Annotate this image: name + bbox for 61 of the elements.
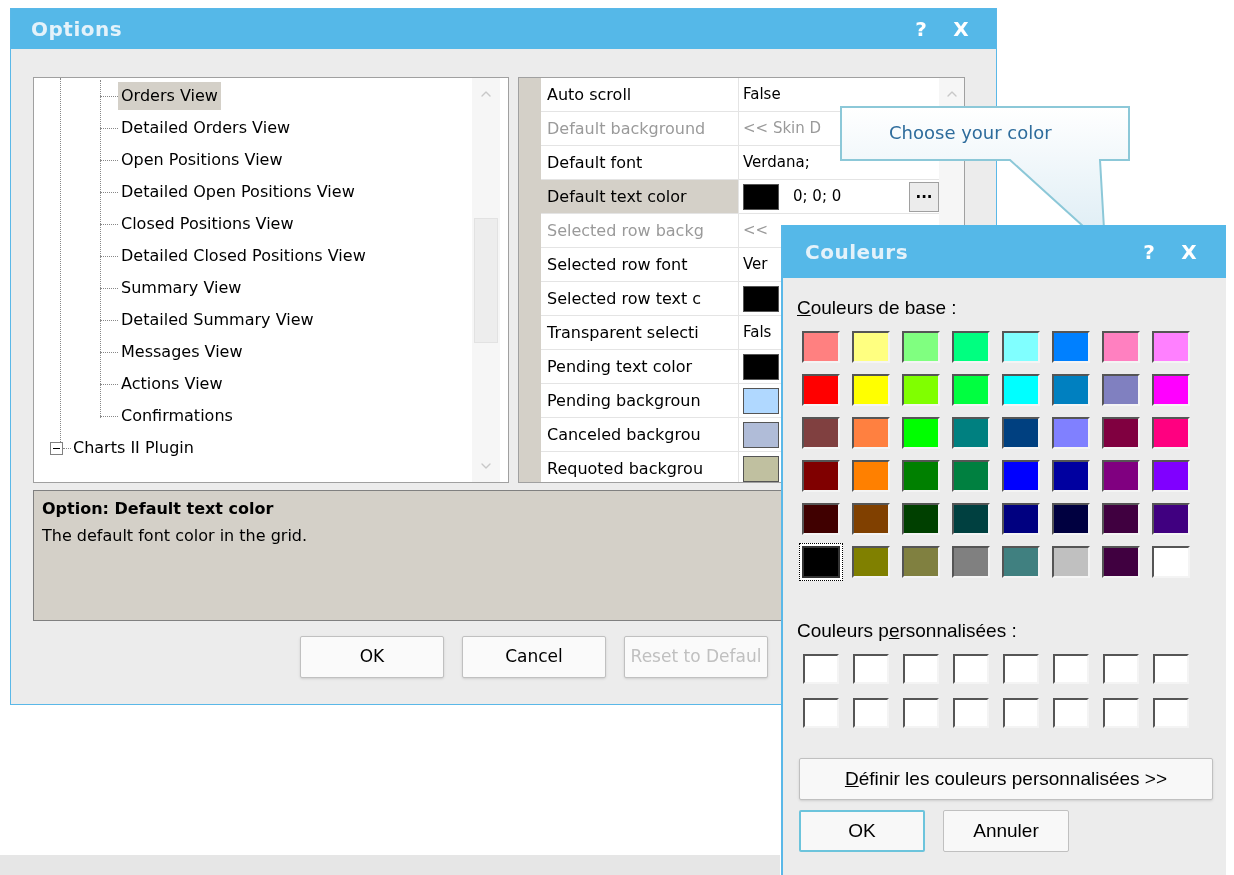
property-name[interactable]: Transparent selecti [541, 316, 739, 349]
tree-item[interactable]: Open Positions View [118, 146, 286, 174]
tree-item[interactable]: Detailed Open Positions View [118, 178, 358, 206]
callout-text: Choose your color [889, 121, 1052, 145]
property-name[interactable]: Pending text color [541, 350, 739, 383]
custom-color-swatch[interactable] [853, 654, 889, 684]
custom-color-swatch[interactable] [1103, 698, 1139, 728]
window-title: Couleurs [805, 238, 909, 266]
property-value: Verdana; [743, 152, 810, 174]
tree-item[interactable]: Orders View [118, 82, 221, 110]
custom-color-swatch[interactable] [953, 698, 989, 728]
browse-button[interactable]: ... [909, 181, 939, 212]
property-value: False [743, 84, 781, 106]
property-name[interactable]: Selected row font [541, 248, 739, 281]
property-name[interactable]: Canceled backgrou [541, 418, 739, 451]
dialog-button[interactable]: Annuler [943, 810, 1069, 852]
property-name[interactable]: Selected row text c [541, 282, 739, 315]
tree-item[interactable]: Actions View [118, 370, 226, 398]
property-name[interactable]: Pending backgroun [541, 384, 739, 417]
custom-color-swatch[interactable] [1153, 698, 1189, 728]
property-name[interactable]: Requoted backgrou [541, 452, 739, 482]
custom-color-swatch[interactable] [1053, 654, 1089, 684]
dialog-button[interactable]: OK [799, 810, 925, 852]
tree-item[interactable]: Detailed Summary View [118, 306, 317, 334]
tree-item[interactable]: Confirmations [118, 402, 236, 430]
custom-color-swatch[interactable] [903, 654, 939, 684]
description-title: Option: Default text color [42, 498, 274, 520]
tree-item[interactable]: Messages View [118, 338, 246, 366]
section-label: Couleurs de base : [797, 296, 957, 320]
property-value: << [743, 220, 769, 242]
description-text: The default font color in the grid. [42, 525, 308, 547]
section-label: Couleurs personnalisées : [797, 618, 1017, 643]
custom-color-swatch[interactable] [1103, 654, 1139, 684]
property-name[interactable]: Default font [541, 146, 739, 179]
color-swatch[interactable] [799, 542, 843, 581]
custom-color-swatch[interactable] [1053, 698, 1089, 728]
expander-icon[interactable] [50, 441, 63, 455]
tree-item[interactable]: Summary View [118, 274, 245, 302]
custom-color-swatch[interactable] [803, 698, 839, 728]
scrollbar[interactable] [472, 78, 500, 482]
define-custom-colors-button[interactable]: Définir les couleurs personnalisées >> [799, 758, 1213, 800]
tree-item[interactable]: Charts II Plugin [71, 436, 196, 460]
custom-color-swatch[interactable] [1153, 654, 1189, 684]
custom-color-swatch[interactable] [803, 654, 839, 684]
dialog-button[interactable]: Cancel [462, 636, 606, 678]
custom-color-swatch[interactable] [953, 654, 989, 684]
property-value: << Skin D [743, 118, 822, 140]
custom-color-swatch[interactable] [1003, 654, 1039, 684]
property-value: Ver [743, 254, 768, 276]
tree-item[interactable]: Detailed Closed Positions View [118, 242, 369, 270]
dialog-button[interactable]: OK [300, 636, 444, 678]
custom-color-swatch[interactable] [853, 698, 889, 728]
property-name[interactable]: Auto scroll [541, 78, 739, 111]
tree-item[interactable]: Closed Positions View [118, 210, 297, 238]
tree-item[interactable]: Detailed Orders View [118, 114, 294, 142]
property-value: Fals [743, 322, 772, 344]
property-value: 0; 0; 0 [793, 186, 842, 208]
custom-color-swatch[interactable] [1003, 698, 1039, 728]
custom-color-swatch[interactable] [903, 698, 939, 728]
property-name[interactable]: Default text color [541, 180, 739, 213]
window-title: Options [31, 16, 123, 43]
